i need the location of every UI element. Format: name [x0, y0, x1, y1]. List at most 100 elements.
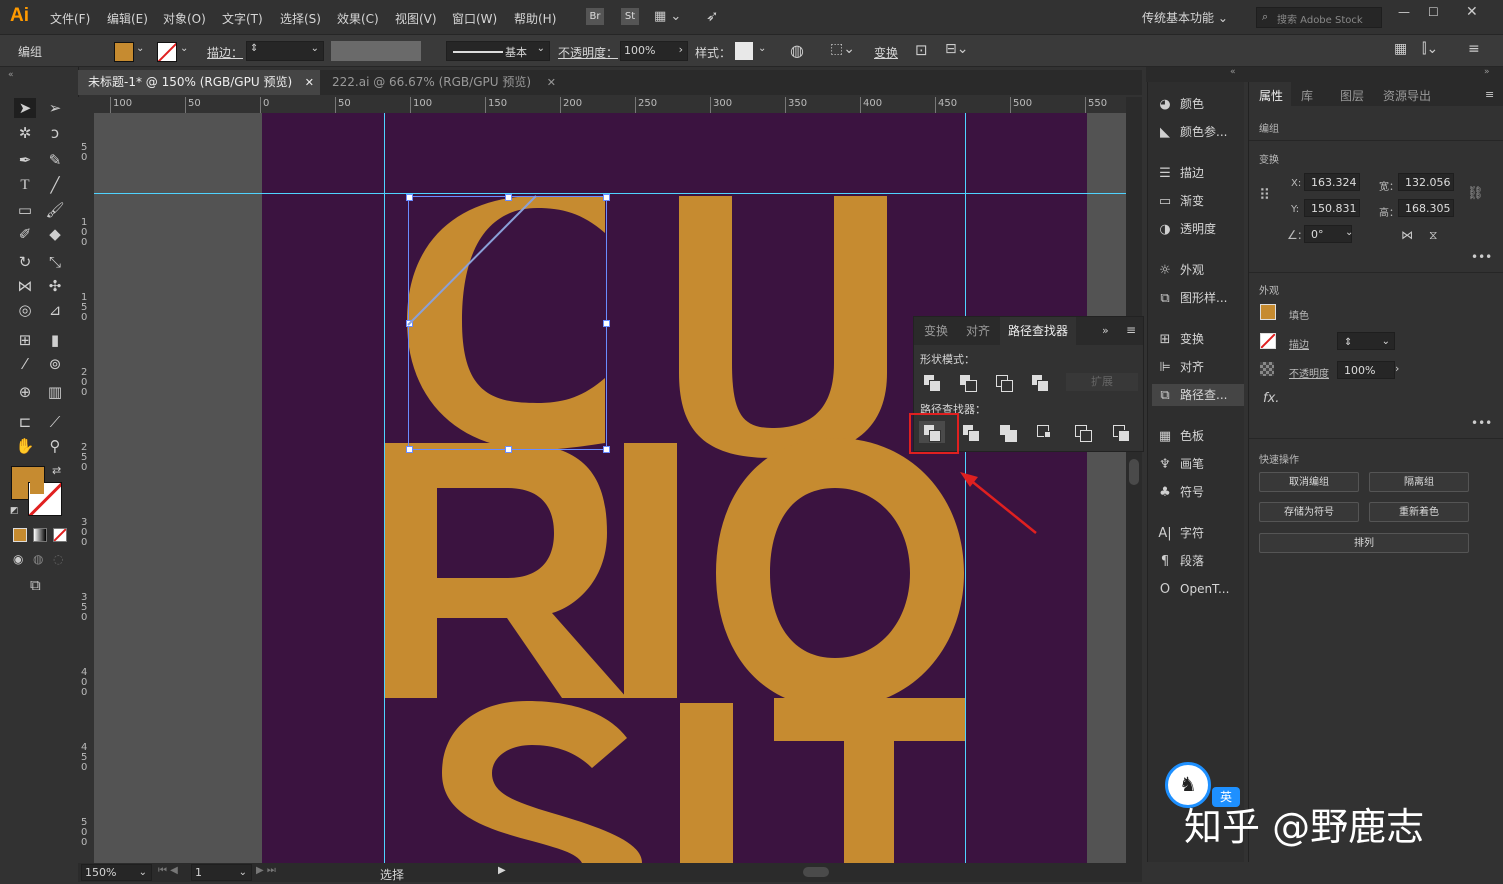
rotate-tool-icon[interactable]: ↻ [14, 252, 36, 272]
tab-properties[interactable]: 属性 [1259, 87, 1283, 104]
tab-transform[interactable]: 变换 [916, 317, 956, 345]
vertical-guide-left[interactable] [384, 113, 385, 863]
expand-panel-icon[interactable]: » [1102, 324, 1109, 337]
graphic-style-swatch[interactable] [735, 42, 753, 60]
fill-swatch[interactable] [1260, 304, 1276, 320]
free-transform-icon[interactable]: ⊡ [915, 41, 928, 59]
zoom-tool-icon[interactable]: ⚲ [44, 436, 66, 456]
resize-handle[interactable] [505, 194, 512, 201]
crop-button[interactable] [1032, 421, 1058, 443]
gradient-tool-icon[interactable]: ▮ [44, 330, 66, 350]
draw-normal-icon[interactable]: ◉ [13, 552, 23, 566]
recolor-button[interactable]: 重新着色 [1369, 502, 1469, 522]
dock-opentype[interactable]: O OpenT... [1156, 578, 1230, 600]
menu-view[interactable]: 视图(V) [395, 10, 437, 27]
selection-bounding-box[interactable] [406, 194, 610, 453]
dock-pathfinder[interactable]: ⧉ 路径查... [1152, 384, 1244, 406]
tab-pathfinder[interactable]: 路径查找器 [1000, 317, 1077, 345]
panel-menu-icon[interactable]: ≡ [1485, 88, 1494, 101]
more-options-icon[interactable]: ••• [1471, 416, 1492, 430]
resize-handle[interactable] [603, 194, 610, 201]
direct-selection-tool-icon[interactable]: ➢ [44, 98, 66, 118]
vertical-scrollbar[interactable] [1126, 97, 1142, 863]
symbol-sprayer-tool-icon[interactable]: ⊕ [14, 382, 36, 402]
tab-222[interactable]: 222.ai @ 66.67% (RGB/GPU 预览) ✕ [322, 70, 556, 95]
blend-tool-icon[interactable]: ⊚ [44, 354, 66, 374]
line-tool-icon[interactable]: ╱ [44, 175, 66, 195]
menu-select[interactable]: 选择(S) [280, 10, 321, 27]
menu-help[interactable]: 帮助(H) [514, 10, 556, 27]
tab-align[interactable]: 对齐 [958, 317, 998, 345]
dock-paragraph[interactable]: ¶ 段落 [1156, 550, 1204, 572]
dock-swatches[interactable]: ▦ 色板 [1156, 425, 1204, 447]
menu-effect[interactable]: 效果(C) [337, 10, 379, 27]
resize-handle[interactable] [603, 446, 610, 453]
scale-tool-icon[interactable]: ⤡ [44, 252, 66, 272]
flip-horizontal-icon[interactable]: ⋈ [1401, 228, 1413, 242]
shaper-tool-icon[interactable]: ✐ [14, 224, 36, 244]
none-mode-icon[interactable] [53, 528, 67, 542]
letter-i[interactable] [624, 443, 677, 698]
dock-transparency[interactable]: ◑ 透明度 [1156, 218, 1216, 240]
resize-handle[interactable] [406, 446, 413, 453]
intersect-button[interactable] [991, 371, 1017, 393]
magic-wand-tool-icon[interactable]: ✲ [14, 123, 36, 143]
gpu-rocket-icon[interactable]: ➶ [706, 7, 719, 25]
dock-align[interactable]: ⊫ 对齐 [1156, 356, 1204, 378]
chevron-down-icon[interactable]: ⌄ [758, 43, 766, 54]
variable-width-profile[interactable] [331, 41, 421, 61]
dock-transform[interactable]: ⊞ 变换 [1156, 328, 1204, 350]
transform-link[interactable]: 变换 [874, 44, 898, 61]
minus-back-button[interactable] [1108, 421, 1134, 443]
artwork[interactable] [262, 113, 1087, 863]
unite-button[interactable] [919, 371, 945, 393]
lasso-tool-icon[interactable]: ↄ [44, 123, 66, 143]
collapse-icon[interactable]: » [1484, 67, 1490, 77]
first-artboard-icon[interactable]: ⏮ ◀ [158, 865, 178, 876]
ungroup-button[interactable]: 取消编组 [1259, 472, 1359, 492]
width-tool-icon[interactable]: ⋈ [14, 276, 36, 296]
scroll-thumb[interactable] [803, 867, 829, 877]
curvature-tool-icon[interactable]: ✎ [44, 150, 66, 170]
puppet-warp-tool-icon[interactable]: ✣ [44, 276, 66, 296]
panel-menu-icon[interactable]: ≡ [1468, 41, 1480, 57]
scroll-thumb[interactable] [1129, 459, 1139, 485]
reference-point-icon[interactable]: ⠿ [1259, 186, 1270, 204]
horizontal-guide[interactable] [94, 193, 1126, 194]
tab-libraries[interactable]: 库 [1301, 87, 1313, 104]
collapse-icon[interactable]: « [1230, 67, 1236, 77]
column-graph-tool-icon[interactable]: ▥ [44, 382, 66, 402]
outline-button[interactable] [1070, 421, 1096, 443]
arrange-documents-icon[interactable]: ▦ ⌄ [654, 9, 681, 24]
artboard-number-select[interactable]: 1 ⌄ [191, 864, 252, 881]
y-field[interactable]: 150.831 [1304, 199, 1360, 217]
opacity-field[interactable]: 100% › [620, 41, 688, 61]
paintbrush-tool-icon[interactable]: 🖌 [44, 200, 66, 220]
menu-type[interactable]: 文字(T) [222, 10, 263, 27]
letter-s[interactable] [442, 701, 642, 863]
letter-o[interactable] [716, 438, 964, 708]
tab-untitled[interactable]: 未标题-1* @ 150% (RGB/GPU 预览) ✕ [78, 70, 320, 95]
dock-symbols[interactable]: ♣ 符号 [1156, 481, 1204, 503]
horizontal-ruler[interactable]: 100 50 0 50 100 150 200 250 300 350 400 450 500 550 [94, 97, 1126, 114]
type-tool-icon[interactable]: T [14, 175, 36, 195]
dock-brushes[interactable]: ♆ 画笔 [1156, 453, 1204, 475]
minus-front-button[interactable] [955, 371, 981, 393]
brush-definition-select[interactable]: 基本 ⌄ [446, 41, 550, 61]
menu-edit[interactable]: 编辑(E) [107, 10, 148, 27]
expand-button[interactable]: 扩展 [1066, 373, 1138, 391]
menu-object[interactable]: 对象(O) [163, 10, 206, 27]
trim-button[interactable] [958, 421, 984, 443]
eyedropper-tool-icon[interactable]: ⁄ [14, 354, 36, 374]
more-options-icon[interactable]: ••• [1471, 250, 1492, 264]
menu-window[interactable]: 窗口(W) [452, 10, 497, 27]
close-window-button[interactable]: ✕ [1466, 4, 1478, 20]
dock-character[interactable]: A| 字符 [1156, 522, 1204, 544]
horizontal-scrollbar[interactable] [518, 865, 1120, 879]
dock-appearance[interactable]: ☼ 外观 [1156, 259, 1204, 281]
letter-i-bottom[interactable] [680, 703, 733, 863]
tab-asset-export[interactable]: 资源导出 [1383, 87, 1431, 104]
opacity-label[interactable]: 不透明度： [558, 44, 618, 61]
height-field[interactable]: 168.305 [1398, 199, 1454, 217]
tab-layers[interactable]: 图层 [1340, 87, 1364, 104]
